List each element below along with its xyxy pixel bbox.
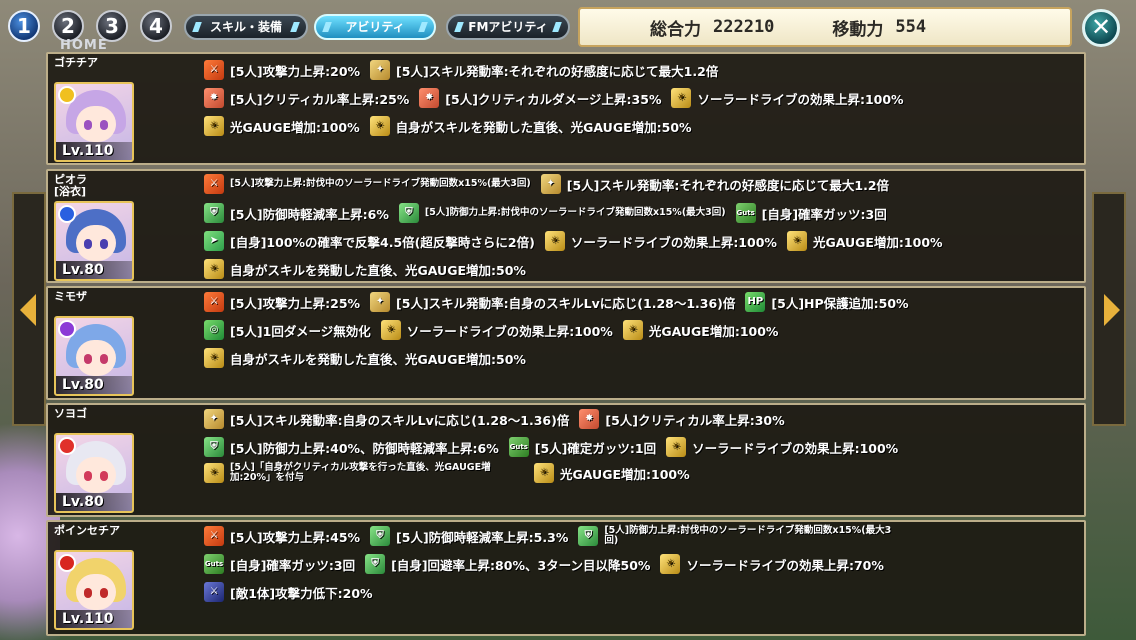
defense-up-icon: ⛨	[398, 203, 419, 223]
attribute-icon	[58, 205, 76, 223]
solar-drive-icon: ☀	[660, 554, 681, 574]
light-gauge-icon: ☀	[204, 348, 224, 368]
party-1-button[interactable]: 1	[8, 10, 40, 42]
level-label: Lv.80	[56, 493, 132, 511]
party-4-button[interactable]: 4	[140, 10, 172, 42]
character-card: ソヨゴ Lv.80 ✦ [5人]スキル発動率:自身のスキルLvに応じ(1.28〜1…	[46, 403, 1086, 517]
light-gauge-icon: ☀	[204, 259, 224, 279]
critical-damage-icon: ✸	[419, 88, 440, 108]
solar-drive-icon: ☀	[671, 88, 692, 108]
attack-up-icon: ⚔	[204, 526, 224, 546]
defense-icon: ⛨	[370, 526, 391, 546]
skill-rate-icon: ✦	[370, 60, 391, 80]
light-gauge-icon: ☀	[204, 116, 224, 136]
evasion-icon: ⛨	[365, 554, 386, 574]
chevron-right-icon	[1104, 294, 1120, 326]
character-name: ゴチチア	[54, 56, 98, 69]
solar-drive-icon: ☀	[666, 437, 687, 457]
close-icon: ✕	[1090, 13, 1112, 41]
hp-protect-icon: HP	[745, 292, 766, 312]
close-button[interactable]: ✕	[1082, 9, 1120, 47]
level-label: Lv.110	[56, 142, 132, 160]
character-name: ミモザ	[54, 290, 87, 303]
character-name: ポインセチア	[54, 524, 120, 537]
avatar[interactable]: Lv.80	[54, 433, 134, 513]
stats-panel: 総合力 222210 移動力 554	[578, 7, 1072, 47]
avatar[interactable]: Lv.80	[54, 316, 134, 396]
character-card: ミモザ Lv.80 ⚔ [5人]攻撃力上昇:25% ✦ [5人]スキル発動率:自身の…	[46, 286, 1086, 400]
move-power-value: 554	[895, 17, 927, 37]
character-card: ピオラ [浴衣] Lv.80 ⚔ [5人]攻撃力上昇:討伐中のソーラードライブ発動…	[46, 169, 1086, 283]
avatar[interactable]: Lv.110	[54, 550, 134, 630]
chevron-left-icon	[20, 294, 36, 326]
avatar[interactable]: Lv.110	[54, 82, 134, 162]
prev-arrow-button[interactable]	[12, 192, 46, 426]
character-subname: [浴衣]	[54, 185, 87, 198]
light-gauge-icon: ☀	[786, 231, 807, 251]
counter-icon: ➤	[204, 231, 224, 251]
total-power-label: 総合力	[650, 19, 701, 40]
light-gauge-icon: ☀	[534, 463, 554, 483]
guts-icon: Guts	[735, 203, 756, 223]
level-label: Lv.80	[56, 376, 132, 394]
light-gauge-icon: ☀	[622, 320, 643, 340]
attribute-icon	[58, 437, 76, 455]
critical-icon: ✸	[579, 409, 600, 429]
level-label: Lv.80	[56, 261, 132, 279]
defense-up-icon: ⛨	[204, 437, 224, 457]
character-name: ソヨゴ	[54, 407, 87, 420]
solar-drive-icon: ☀	[380, 320, 401, 340]
tab-fm-ability[interactable]: FMアビリティ	[446, 14, 570, 40]
character-card: ポインセチア Lv.110 ⚔ [5人]攻撃力上昇:45% ⛨ [5人]防御時軽減率…	[46, 520, 1086, 636]
light-gauge-icon: ☀	[369, 116, 390, 136]
attack-down-icon: ⚔	[204, 582, 224, 602]
avatar[interactable]: Lv.80	[54, 201, 134, 281]
attack-up-icon: ⚔	[204, 292, 224, 312]
nullify-icon: ◎	[204, 320, 224, 340]
defense-up-icon: ⛨	[578, 526, 599, 546]
attribute-icon	[58, 320, 76, 338]
defense-icon: ⛨	[204, 203, 224, 223]
guts-icon: Guts	[508, 437, 529, 457]
critical-icon: ✸	[204, 88, 224, 108]
skill-rate-icon: ✦	[204, 409, 224, 429]
level-label: Lv.110	[56, 610, 132, 628]
guts-icon: Guts	[204, 554, 224, 574]
home-label: HOME	[60, 38, 108, 53]
next-arrow-button[interactable]	[1092, 192, 1126, 426]
tab-skill-equip[interactable]: スキル・装備	[184, 14, 308, 40]
solar-drive-icon: ☀	[544, 231, 565, 251]
tab-ability[interactable]: アビリティ	[314, 14, 436, 40]
move-power-label: 移動力	[832, 19, 884, 40]
attack-up-icon: ⚔	[204, 60, 224, 80]
attribute-icon	[58, 554, 76, 572]
total-power-value: 222210	[713, 17, 775, 37]
character-card: ゴチチア Lv.110 ⚔ [5人]攻撃力上昇:20% ✦ [5人]スキル発動率:そ…	[46, 52, 1086, 165]
skill-rate-icon: ✦	[540, 174, 561, 194]
skill-rate-icon: ✦	[370, 292, 391, 312]
light-gauge-icon: ☀	[204, 463, 224, 483]
top-bar: 1 2 3 4 HOME スキル・装備 アビリティ FMアビリティ 総合力 22…	[0, 0, 1136, 53]
attack-up-icon: ⚔	[204, 174, 224, 194]
attribute-icon	[58, 86, 76, 104]
